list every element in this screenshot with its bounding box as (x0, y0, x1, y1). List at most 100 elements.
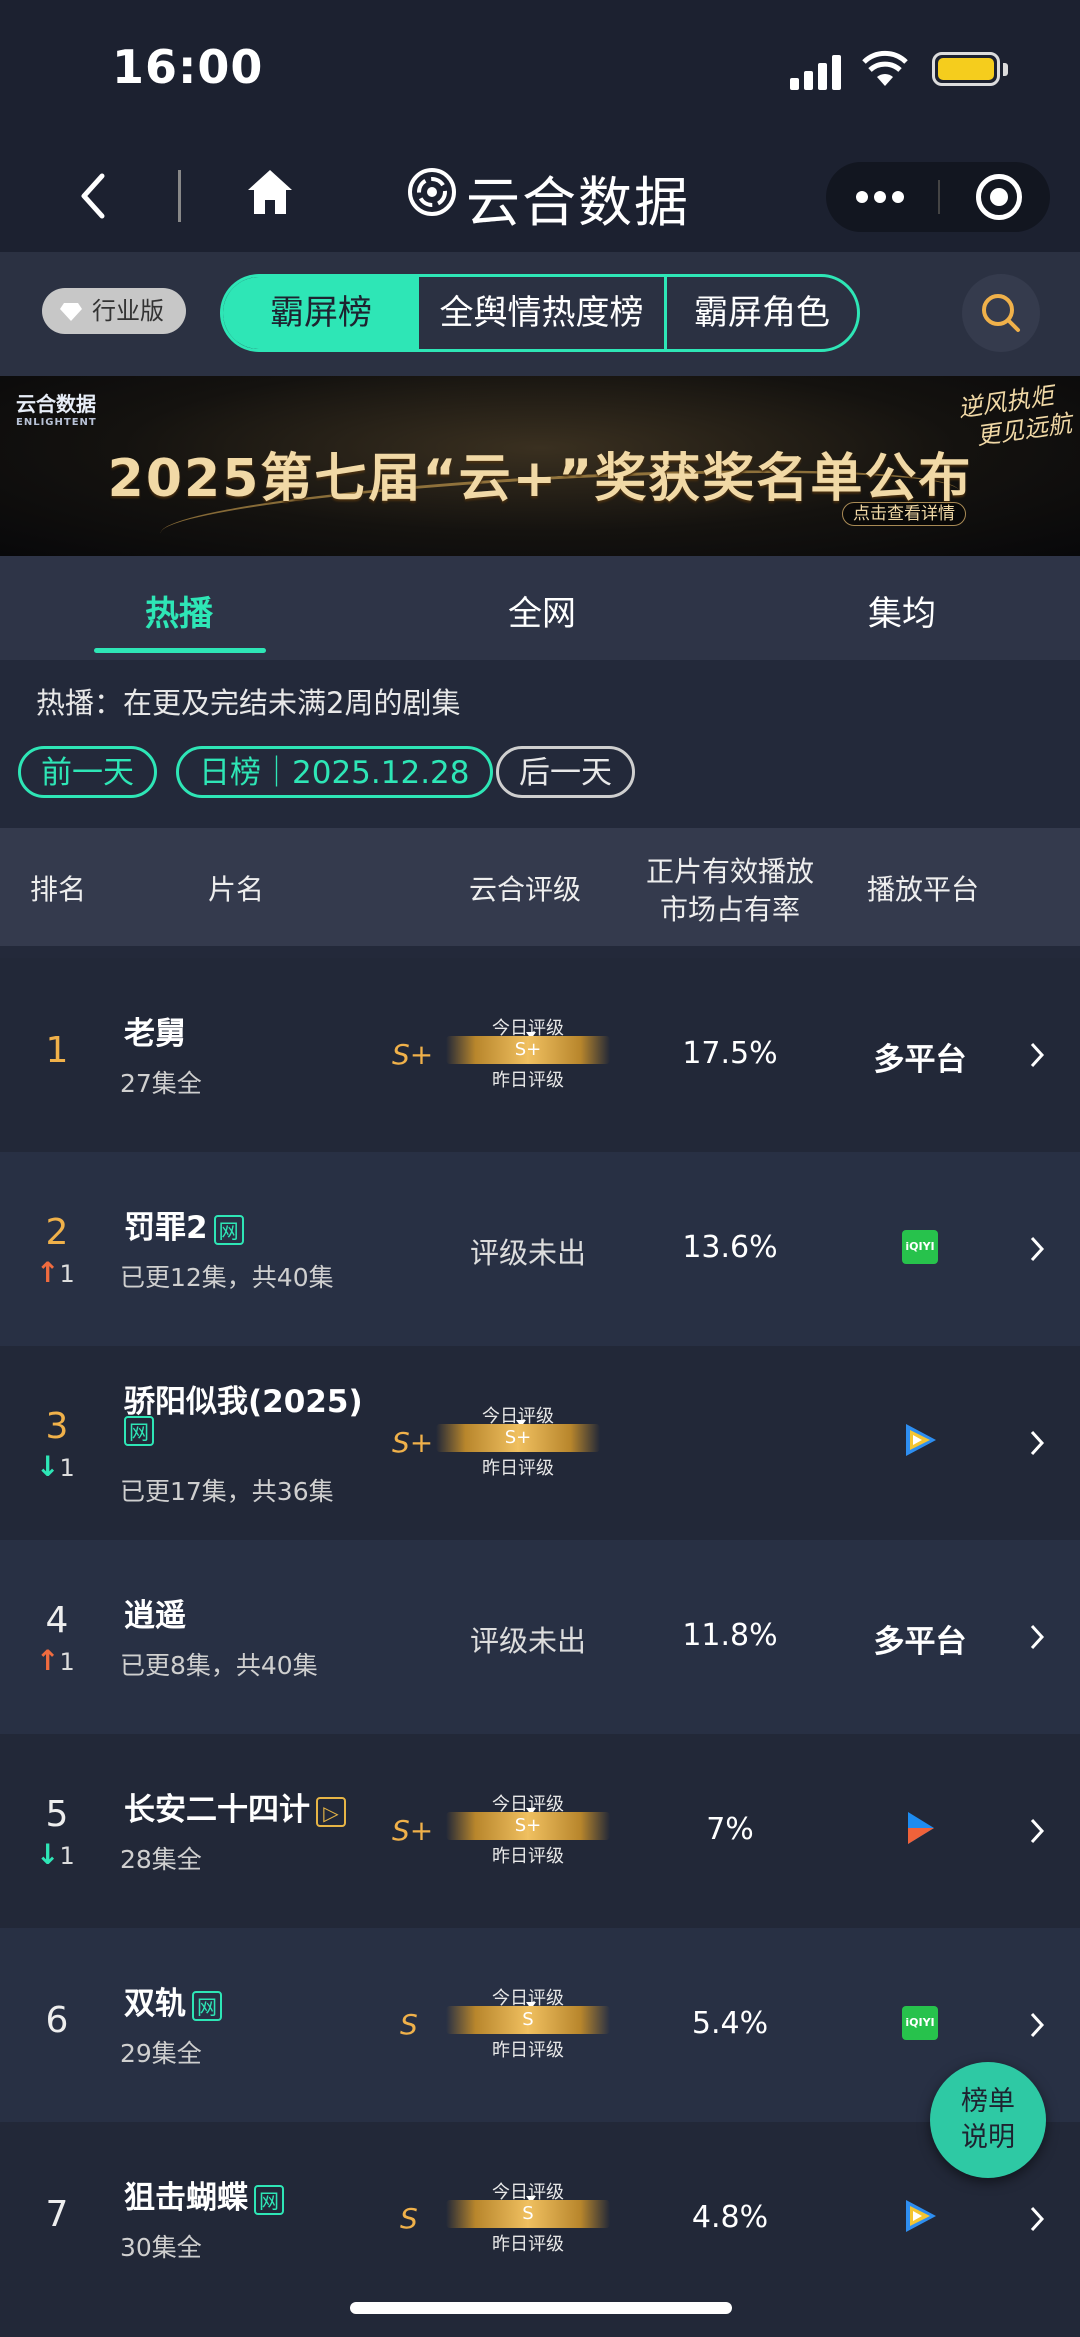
table-row[interactable]: 5 ↓1 长安二十四计 ▷ 28集全 S+ 今日评级 S+ 昨日评级 7% (0, 1734, 1080, 1928)
header-platform: 播放平台 (866, 873, 979, 906)
grade-letter: S+ (392, 1814, 434, 1847)
chevron-right-icon (1030, 2206, 1045, 2232)
search-icon (982, 294, 1020, 332)
chevron-right-icon (1030, 1624, 1045, 1650)
table-row[interactable]: 3 ↓1 骄阳似我(2025) 网 已更17集，共36集 S+ 今日评级 S+ … (0, 1346, 1080, 1540)
chevron-right-icon (1030, 1818, 1045, 1844)
episode-info: 已更8集，共40集 (120, 1651, 318, 1680)
banner-logo: 云合数据 ENLIGHTENT (16, 392, 97, 428)
header-grade: 云合评级 (468, 873, 581, 906)
edition-label: 行业版 (92, 297, 164, 325)
tab-top-roles[interactable]: 霸屏角色 (667, 277, 857, 349)
grade-letter: S+ (392, 1426, 434, 1459)
chart-type-bar: 行业版 霸屏榜 全舆情热度榜 霸屏角色 (0, 252, 1080, 376)
table-row[interactable]: 2 ↑1 罚罪2 网 已更12集，共40集 评级未出 13.6% iQIYI (0, 1152, 1080, 1346)
rank-change-down: ↓1 (36, 1838, 75, 1871)
battery-icon (932, 52, 1000, 86)
yesterday-grade-label: 昨日评级 (492, 2040, 564, 2061)
sub-tab-bar: 热播 全网 集均 (0, 556, 1080, 660)
promo-banner[interactable]: 云合数据 ENLIGHTENT 2025第七届“云+”奖获奖名单公布 逆风执炬 更见… (0, 376, 1080, 556)
rank-number: 2 (45, 1212, 69, 1253)
header-play-share-1: 正片有效播放 (645, 855, 814, 888)
close-miniprogram-icon[interactable] (976, 174, 1022, 220)
header-title: 片名 (207, 873, 264, 906)
hot-description: 热播：在更及完结未满2周的剧集 (36, 686, 461, 720)
rank-change-up: ↑1 (36, 1644, 75, 1677)
chart-segment-control: 霸屏榜 全舆情热度榜 霸屏角色 (220, 274, 860, 352)
chevron-right-icon (1030, 1236, 1045, 1262)
rank-change-down: ↓1 (36, 1450, 75, 1483)
drama-title: 罚罪2 网 (124, 1202, 244, 1247)
diamond-icon (60, 303, 82, 321)
tab-sentiment-heat[interactable]: 全舆情热度榜 (419, 277, 667, 349)
next-day-button[interactable]: 后一天 (496, 746, 635, 798)
platform-label: 多平台 (873, 1624, 967, 1660)
tab-bapingbang[interactable]: 霸屏榜 (223, 277, 419, 349)
tab-hot[interactable]: 热播 (145, 586, 213, 635)
drama-title: 骄阳似我(2025) (124, 1384, 363, 1420)
web-drama-tag: 网 (213, 1214, 244, 1245)
tab-all-network[interactable]: 全网 (508, 586, 576, 635)
chevron-right-icon (1030, 2012, 1045, 2038)
industry-edition-badge[interactable]: 行业版 (42, 288, 186, 334)
chart-explanation-button[interactable]: 榜单 说明 (930, 2062, 1046, 2178)
episode-info: 29集全 (120, 2039, 202, 2068)
web-drama-tag: 网 (192, 1990, 222, 2021)
gauge-grade: S (522, 2009, 534, 2030)
header-rank: 排名 (29, 873, 86, 906)
gauge-grade: S+ (514, 1039, 542, 1060)
date-selector[interactable]: 日榜｜2025.12.28 (176, 746, 493, 798)
market-share: 13.6% (682, 1230, 778, 1265)
enlightent-logo-icon (408, 168, 456, 216)
grade-gauge: 今日评级 S+ 昨日评级 (446, 1014, 610, 1091)
table-row[interactable]: 6 双轨网 29集全 S 今日评级 S 昨日评级 5.4% iQIYI (0, 1928, 1080, 2122)
home-icon[interactable] (244, 166, 296, 218)
iqiyi-icon: iQIYI (902, 1230, 938, 1264)
table-row[interactable]: 4 ↑1 逍遥 已更8集，共40集 评级未出 11.8% 多平台 (0, 1540, 1080, 1734)
banner-detail-link[interactable]: 点击查看详情 (842, 502, 966, 526)
rank-number: 5 (45, 1794, 69, 1835)
market-share: 4.8% (691, 2200, 769, 2235)
yesterday-grade-label: 昨日评级 (492, 2234, 564, 2255)
episode-info: 已更17集，共36集 (120, 1477, 334, 1506)
chevron-right-icon (1030, 1430, 1045, 1456)
youku-icon (908, 1812, 934, 1844)
web-drama-tag: 网 (124, 1416, 154, 1446)
grade-gauge: 今日评级 S 昨日评级 (446, 1984, 610, 2061)
grade-pending: 评级未出 (470, 1624, 587, 1658)
iqiyi-icon: iQIYI (902, 2006, 938, 2040)
episode-info: 30集全 (120, 2233, 202, 2262)
prev-day-button[interactable]: 前一天 (18, 746, 157, 798)
rank-number: 6 (45, 2000, 69, 2041)
miniprogram-capsule (826, 162, 1050, 232)
more-icon[interactable] (856, 188, 910, 207)
drama-title: 老舅 (124, 1016, 186, 1052)
header-play-share-2: 市场占有率 (659, 893, 800, 926)
grade-letter: S (400, 2008, 418, 2041)
yesterday-grade-label: 昨日评级 (482, 1458, 554, 1479)
app-title: 云合数据 (466, 171, 690, 234)
gauge-grade: S (522, 2203, 534, 2224)
status-bar: 16:00 (0, 0, 1080, 140)
table-row[interactable]: 1 老舅 27集全 S+ 今日评级 S+ 昨日评级 17.5% 多平台 (0, 958, 1080, 1152)
yesterday-grade-label: 昨日评级 (492, 1070, 564, 1091)
back-arrow-icon[interactable] (70, 168, 120, 224)
episode-info: 28集全 (120, 1845, 202, 1874)
tencent-video-icon (906, 2200, 936, 2232)
gauge-grade: S+ (514, 1815, 542, 1836)
drama-title: 狙击蝴蝶网 (124, 2172, 284, 2217)
tab-per-episode[interactable]: 集均 (868, 586, 936, 635)
rank-number: 4 (45, 1600, 69, 1641)
grade-pending: 评级未出 (470, 1236, 587, 1270)
grade-gauge: 今日评级 S+ 昨日评级 (436, 1402, 600, 1479)
banner-headline: 2025第七届“云+”奖获奖名单公布 (107, 449, 973, 509)
rank-change-up: ↑1 (36, 1256, 75, 1289)
grade-gauge: 今日评级 S 昨日评级 (446, 2178, 610, 2255)
platform-label: 多平台 (873, 1042, 967, 1078)
gauge-grade: S+ (504, 1427, 532, 1448)
tencent-video-icon (906, 1424, 936, 1456)
search-button[interactable] (962, 274, 1040, 352)
home-indicator (350, 2302, 732, 2314)
exclusive-tag: ▷ (316, 1796, 346, 1827)
market-share: 17.5% (682, 1036, 778, 1071)
